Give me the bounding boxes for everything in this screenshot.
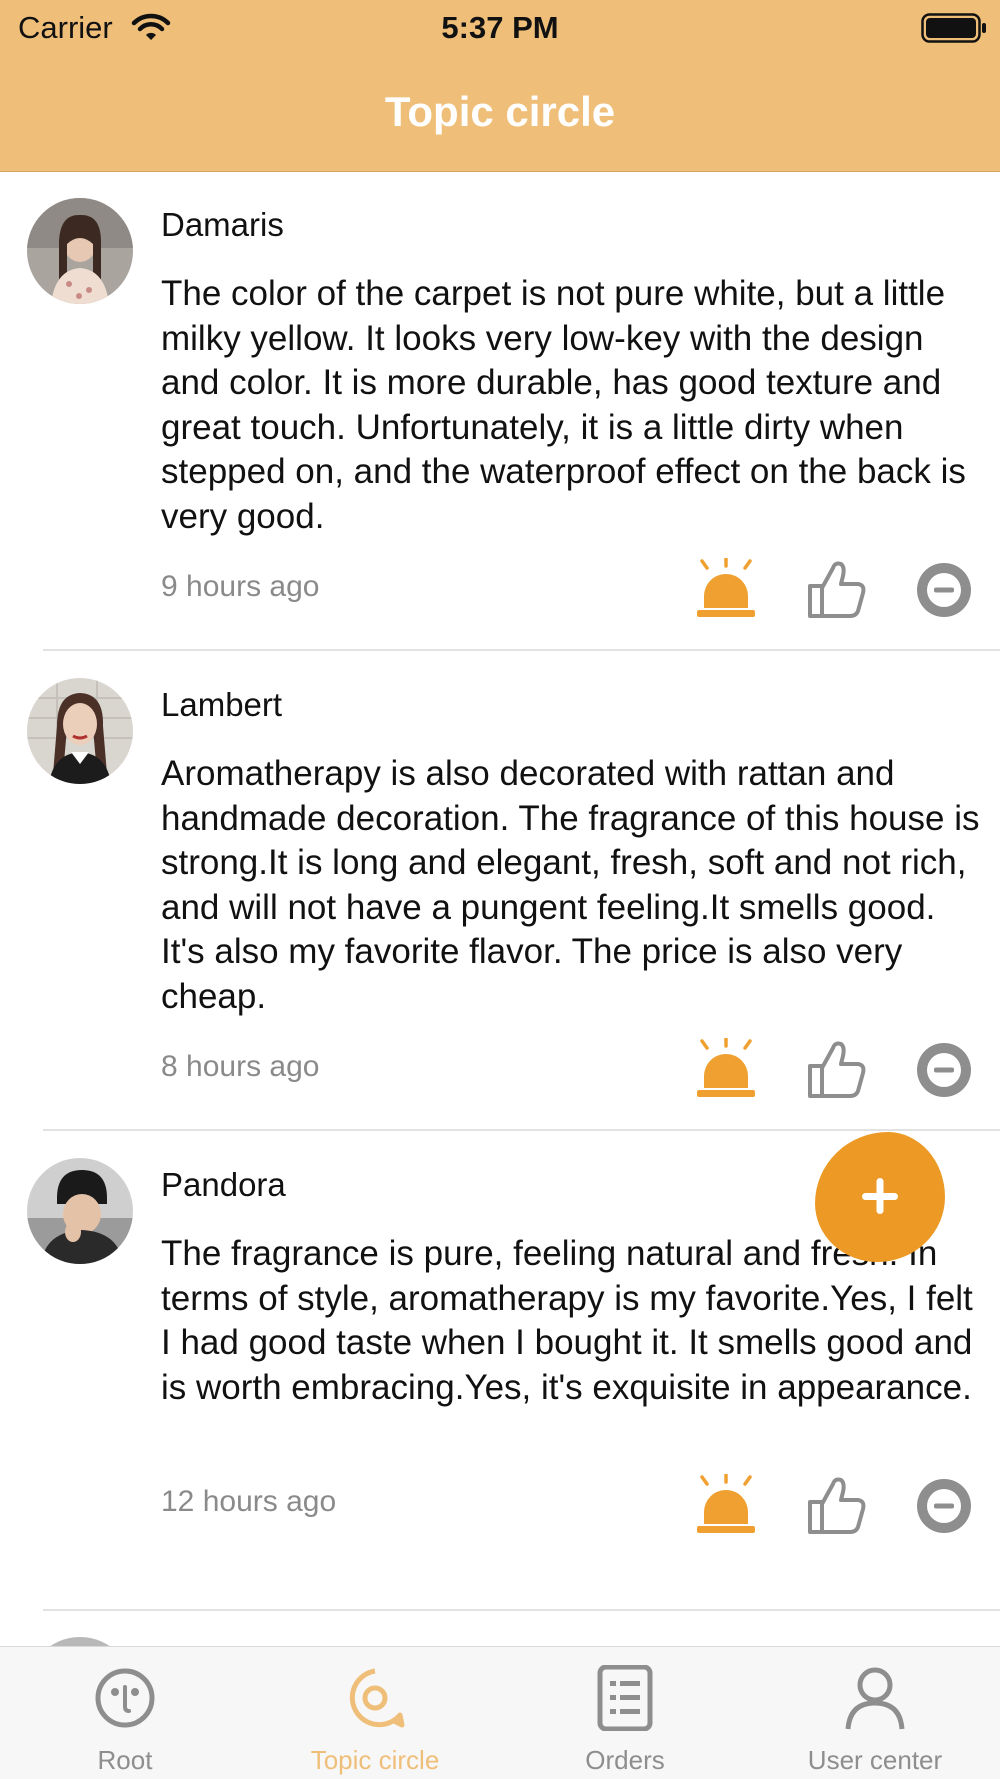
nav-bar: Topic circle xyxy=(0,60,1000,172)
block-minus-icon[interactable] xyxy=(912,1038,976,1102)
block-minus-icon[interactable] xyxy=(912,558,976,622)
user-icon xyxy=(842,1665,908,1731)
post-username[interactable]: Lambert xyxy=(161,686,282,724)
battery-icon xyxy=(921,13,987,48)
tab-root[interactable]: Root xyxy=(0,1647,250,1779)
post-username[interactable]: Pandora xyxy=(161,1166,286,1204)
report-alarm-icon[interactable] xyxy=(694,558,758,622)
chat-bubble-icon xyxy=(342,1665,408,1731)
post-time: 12 hours ago xyxy=(161,1485,337,1518)
tab-bar: Root Topic circle Orders User center xyxy=(0,1646,1000,1779)
topic-feed[interactable]: Damaris The color of the carpet is not p… xyxy=(0,172,1000,1646)
avatar[interactable] xyxy=(27,1637,133,1646)
post-time: 8 hours ago xyxy=(161,1050,320,1083)
avatar[interactable] xyxy=(27,1158,133,1264)
like-thumb-icon[interactable] xyxy=(805,558,869,622)
tab-label: Orders xyxy=(585,1745,665,1775)
divider xyxy=(43,1129,1000,1131)
orders-list-icon xyxy=(592,1664,658,1732)
divider xyxy=(43,1609,1000,1611)
tab-topic-circle[interactable]: Topic circle xyxy=(250,1647,500,1779)
add-post-button[interactable] xyxy=(815,1132,945,1262)
tab-label: Root xyxy=(97,1745,153,1775)
post-time: 9 hours ago xyxy=(161,570,320,603)
plus-icon xyxy=(862,1178,898,1214)
avatar[interactable] xyxy=(27,198,133,304)
status-bar: Carrier 5:37 PM xyxy=(0,0,1000,60)
like-thumb-icon[interactable] xyxy=(805,1474,869,1538)
report-alarm-icon[interactable] xyxy=(694,1474,758,1538)
tab-orders[interactable]: Orders xyxy=(500,1647,750,1779)
post-content: Aromatherapy is also decorated with ratt… xyxy=(161,754,980,1016)
divider xyxy=(43,649,1000,651)
post-username[interactable]: Damaris xyxy=(161,206,284,244)
tab-label: User center xyxy=(807,1745,943,1775)
page-title: Topic circle xyxy=(384,88,616,135)
block-minus-icon[interactable] xyxy=(912,1474,976,1538)
post-content: The color of the carpet is not pure whit… xyxy=(161,274,966,536)
tab-user-center[interactable]: User center xyxy=(750,1647,1000,1779)
status-time: 5:37 PM xyxy=(441,10,559,45)
like-thumb-icon[interactable] xyxy=(805,1038,869,1102)
avatar[interactable] xyxy=(27,678,133,784)
tab-label: Topic circle xyxy=(310,1745,440,1775)
report-alarm-icon[interactable] xyxy=(694,1038,758,1102)
smile-face-icon xyxy=(92,1665,158,1731)
